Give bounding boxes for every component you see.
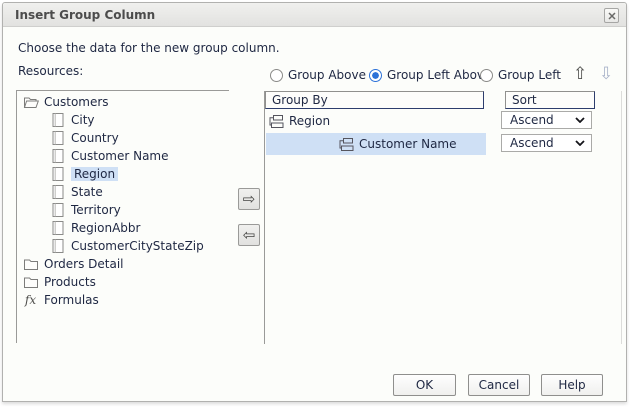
- tree-item-formulas[interactable]: fx Formulas: [17, 291, 229, 309]
- tree-item-country[interactable]: Country: [17, 129, 229, 147]
- move-down-icon[interactable]: ⇩: [599, 64, 613, 84]
- close-icon: [608, 12, 616, 20]
- resources-tree: Customers City Country Customer Name Reg…: [16, 90, 229, 343]
- tree-item-customer-name[interactable]: Customer Name: [17, 147, 229, 165]
- folder-icon: [22, 275, 39, 289]
- ok-button[interactable]: OK: [393, 374, 456, 396]
- radio-label: Group Left Above: [387, 68, 491, 82]
- tree-item-label: Orders Detail: [44, 257, 124, 271]
- tree-item-products[interactable]: Products: [17, 273, 229, 291]
- group-icon: [339, 138, 354, 151]
- tree-item-label: Products: [44, 275, 96, 289]
- group-table-panel: Group By Sort Region Customer Name Ascen…: [264, 91, 622, 344]
- tree-item-label: Territory: [71, 203, 121, 217]
- sort-dropdown-value: Ascend: [502, 136, 575, 150]
- column-icon: [49, 113, 66, 127]
- column-icon: [49, 131, 66, 145]
- column-icon: [49, 185, 66, 199]
- column-header-sort[interactable]: Sort: [505, 91, 595, 109]
- column-header-group-by[interactable]: Group By: [265, 91, 484, 109]
- tree-item-label: Customers: [44, 95, 109, 109]
- folder-icon: [22, 257, 39, 271]
- dialog-description: Choose the data for the new group column…: [18, 41, 280, 55]
- tree-item-region[interactable]: Region: [17, 165, 229, 183]
- tree-item-city[interactable]: City: [17, 111, 229, 129]
- tree-item-label: CustomerCityStateZip: [71, 239, 204, 253]
- tree-item-label: Formulas: [44, 293, 99, 307]
- tree-item-orders-detail[interactable]: Orders Detail: [17, 255, 229, 273]
- tree-item-customercitystatezip[interactable]: CustomerCityStateZip: [17, 237, 229, 255]
- tree-item-regionabbr[interactable]: RegionAbbr: [17, 219, 229, 237]
- add-to-group-button[interactable]: ⇨: [238, 188, 260, 210]
- chevron-down-icon: [575, 140, 585, 146]
- sort-dropdown-customer-name[interactable]: Ascend: [501, 134, 592, 152]
- tree-item-label: Country: [71, 131, 119, 145]
- tree-item-label: Customer Name: [71, 149, 169, 163]
- group-icon: [269, 115, 284, 128]
- group-row-region[interactable]: Region: [266, 110, 486, 132]
- radio-group-left-above[interactable]: Group Left Above: [369, 67, 491, 83]
- formula-icon: fx: [22, 293, 39, 307]
- close-button[interactable]: [604, 8, 619, 23]
- radio-group-above[interactable]: Group Above: [270, 67, 366, 83]
- radio-on-icon: [369, 69, 382, 82]
- sort-dropdown-value: Ascend: [502, 113, 575, 127]
- cancel-button[interactable]: Cancel: [468, 374, 530, 396]
- group-row-label: Customer Name: [359, 137, 457, 151]
- arrow-right-icon: ⇨: [243, 190, 256, 208]
- column-icon: [49, 239, 66, 253]
- tree-item-state[interactable]: State: [17, 183, 229, 201]
- resources-label: Resources:: [18, 64, 83, 78]
- radio-off-icon: [270, 69, 283, 82]
- tree-item-territory[interactable]: Territory: [17, 201, 229, 219]
- folder-open-icon: [22, 95, 39, 109]
- radio-label: Group Above: [288, 68, 366, 82]
- arrow-left-icon: ⇦: [243, 226, 256, 244]
- tree-item-label: State: [71, 185, 103, 199]
- column-icon: [49, 149, 66, 163]
- chevron-down-icon: [575, 117, 585, 123]
- group-row-customer-name[interactable]: Customer Name: [266, 133, 486, 155]
- radio-label: Group Left: [498, 68, 561, 82]
- move-up-icon[interactable]: ⇧: [573, 64, 587, 84]
- insert-group-column-dialog: Insert Group Column Choose the data for …: [2, 2, 627, 402]
- column-icon: [49, 167, 66, 181]
- group-row-label: Region: [289, 114, 330, 128]
- dialog-titlebar[interactable]: Insert Group Column: [3, 3, 626, 27]
- column-icon: [49, 221, 66, 235]
- dialog-title: Insert Group Column: [15, 8, 155, 22]
- radio-off-icon: [480, 69, 493, 82]
- radio-group-left[interactable]: Group Left: [480, 67, 561, 83]
- tree-item-customers[interactable]: Customers: [17, 93, 229, 111]
- sort-dropdown-region[interactable]: Ascend: [501, 111, 592, 129]
- tree-item-label: City: [71, 113, 95, 127]
- help-button[interactable]: Help: [541, 374, 603, 396]
- column-icon: [49, 203, 66, 217]
- tree-item-label-selected: Region: [71, 167, 118, 181]
- remove-from-group-button[interactable]: ⇦: [238, 224, 260, 246]
- tree-item-label: RegionAbbr: [71, 221, 140, 235]
